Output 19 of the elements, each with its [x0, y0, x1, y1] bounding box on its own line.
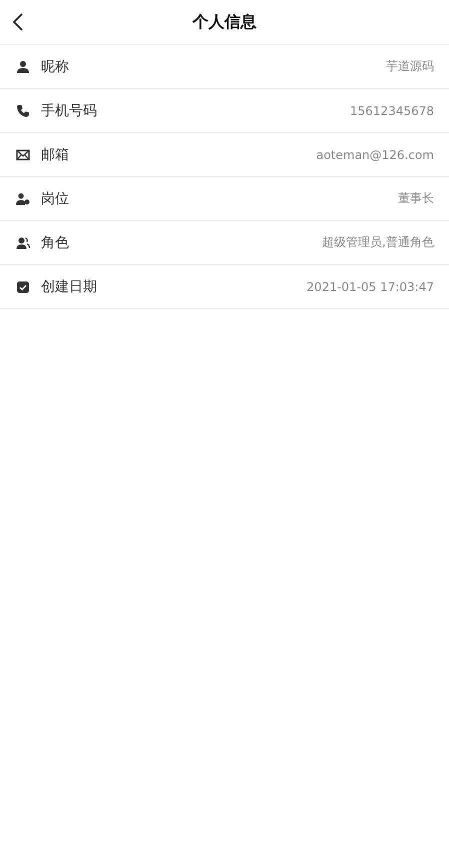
user-badge-icon — [16, 192, 30, 206]
field-label: 创建日期 — [41, 278, 97, 296]
user-icon — [16, 60, 30, 74]
field-value: 15612345678 — [350, 104, 434, 118]
field-value: 超级管理员,普通角色 — [322, 234, 434, 251]
field-label: 角色 — [41, 234, 69, 252]
field-value: 董事长 — [398, 190, 434, 207]
field-label: 岗位 — [41, 190, 69, 208]
phone-icon — [16, 104, 30, 118]
field-label: 昵称 — [41, 58, 69, 76]
field-value: aoteman@126.com — [316, 148, 434, 162]
field-label: 邮箱 — [41, 146, 69, 164]
back-icon[interactable] — [12, 12, 24, 32]
field-value: 芋道源码 — [386, 58, 434, 75]
field-label: 手机号码 — [41, 102, 97, 120]
envelope-icon — [16, 148, 30, 162]
page-title: 个人信息 — [192, 12, 256, 32]
field-value: 2021-01-05 17:03:47 — [306, 280, 434, 294]
users-icon — [16, 236, 30, 250]
